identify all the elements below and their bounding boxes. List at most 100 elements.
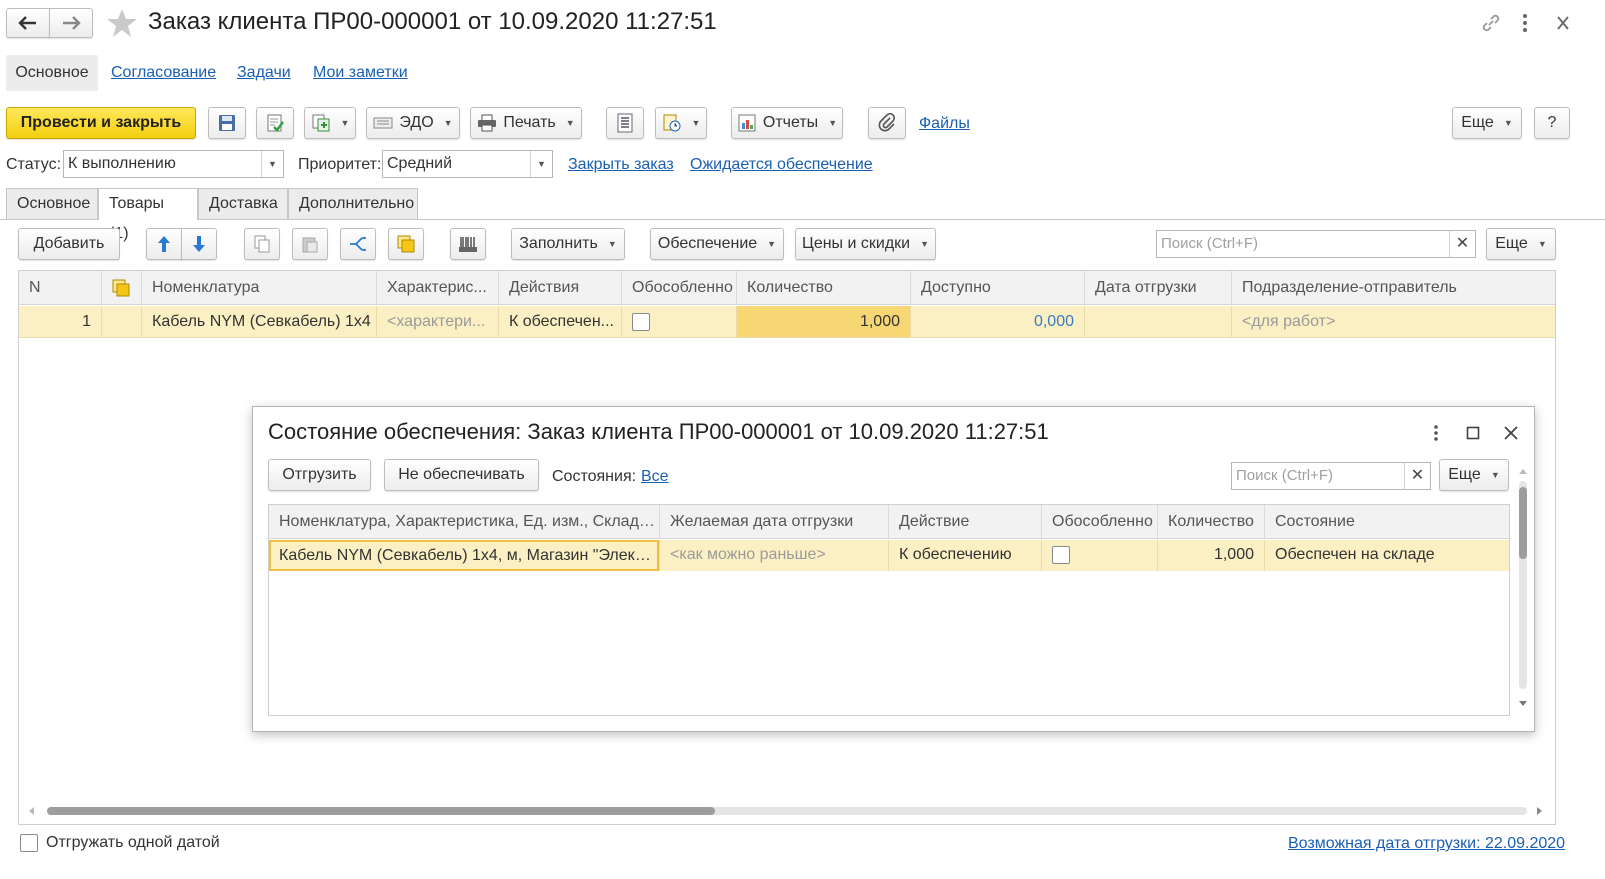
nav-tab-approval[interactable]: Согласование [111,55,216,91]
back-button[interactable] [6,8,50,38]
scroll-down-icon[interactable] [1519,701,1527,706]
link-icon[interactable] [1480,12,1502,34]
printer-icon [478,114,497,132]
goods-search-input[interactable]: Поиск (Ctrl+F) ✕ [1156,230,1476,258]
dialog-more-button[interactable]: Еще ▼ [1439,459,1509,491]
scroll-left-icon[interactable] [29,807,34,815]
col-header-qty[interactable]: Количество [736,271,910,304]
close-order-link[interactable]: Закрыть заказ [568,156,674,174]
picture-column-icon [112,279,130,297]
status-value: К выполнению [68,155,176,172]
pick-items-button[interactable] [388,228,424,260]
tab-additional[interactable]: Дополнительно [288,188,418,219]
dlg-row-state: Обеспечен на складе [1264,540,1509,571]
dialog-vertical-scrollbar[interactable] [1517,467,1529,713]
dlg-col-item[interactable]: Номенклатура, Характеристика, Ед. изм., … [269,505,659,538]
do-not-supply-button[interactable]: Не обеспечивать [384,459,539,491]
kebab-menu-icon[interactable] [1520,12,1530,34]
table-row[interactable]: 1 Кабель NYM (Севкабель) 1х4 <характери.… [19,306,1555,338]
dialog-kebab-icon[interactable] [1431,423,1441,443]
prices-discounts-button[interactable]: Цены и скидки ▼ [795,228,936,260]
dlg-separate-checkbox[interactable] [1052,545,1070,564]
create-based-on-button[interactable]: ▼ [304,107,356,139]
table-row[interactable]: Кабель NYM (Севкабель) 1х4, м, Магазин "… [269,540,1509,571]
fill-button[interactable]: Заполнить ▼ [511,228,625,260]
horizontal-scrollbar[interactable] [29,805,1545,817]
dialog-close-icon[interactable] [1503,425,1519,441]
nav-tab-main[interactable]: Основное [6,55,98,91]
files-link[interactable]: Файлы [919,115,970,133]
barcode-button[interactable] [450,228,486,260]
post-and-close-button[interactable]: Провести и закрыть [6,107,196,139]
col-header-characteristic[interactable]: Характерис... [376,271,498,304]
col-header-separate[interactable]: Обособленно [621,271,736,304]
split-row-button[interactable] [340,228,376,260]
status-select[interactable]: К выполнению ▼ [63,150,284,178]
edo-button[interactable]: ЭДО ▼ [366,107,460,139]
close-window-icon[interactable] [1556,12,1570,34]
add-row-label: Добавить [33,235,105,252]
dlg-col-state[interactable]: Состояние [1264,505,1509,538]
ship-one-date-label: Отгружать одной датой [46,834,220,851]
states-label: Состояния: [552,468,637,485]
states-filter-link[interactable]: Все [641,468,669,486]
scroll-thumb[interactable] [47,807,715,815]
dialog-search-input[interactable]: Поиск (Ctrl+F) ✕ [1231,462,1431,490]
col-header-n[interactable]: N [19,271,101,304]
arrow-right-icon [63,16,81,30]
tab-goods[interactable]: Товары (1) [98,188,198,242]
awaiting-supply-link[interactable]: Ожидается обеспечение [690,156,873,174]
move-up-button[interactable] [146,228,182,260]
do-not-supply-label: Не обеспечивать [398,466,525,483]
attachments-menu-button[interactable]: ▼ [655,107,707,139]
nav-tab-notes[interactable]: Мои заметки [313,55,408,91]
col-header-item[interactable]: Номенклатура [141,271,376,304]
col-header-actions[interactable]: Действия [498,271,621,304]
more-label: Еще [1461,114,1494,131]
clear-search-icon[interactable]: ✕ [1449,231,1475,257]
tab-delivery[interactable]: Доставка [198,188,288,219]
structure-button[interactable] [606,107,644,139]
paste-button[interactable] [292,228,328,260]
col-header-available[interactable]: Доступно [910,271,1084,304]
supply-button[interactable]: Обеспечение ▼ [650,228,784,260]
ship-button[interactable]: Отгрузить [268,459,371,491]
dropdown-arrow-icon[interactable]: ▼ [530,151,552,177]
print-button[interactable]: Печать ▼ [470,107,582,139]
dlg-col-action[interactable]: Действие [888,505,1041,538]
dialog-clear-search-icon[interactable]: ✕ [1404,463,1430,489]
dialog-maximize-icon[interactable] [1466,426,1480,440]
forward-button[interactable] [49,8,93,38]
goods-more-button[interactable]: Еще ▼ [1486,228,1556,260]
dlg-col-qty[interactable]: Количество [1157,505,1264,538]
dropdown-caret-icon: ▼ [1490,470,1500,480]
copy-button[interactable] [244,228,280,260]
post-button[interactable] [256,107,294,139]
help-button[interactable]: ? [1534,107,1570,139]
col-header-picture[interactable] [101,271,141,304]
more-button[interactable]: Еще ▼ [1452,107,1522,139]
scroll-up-icon[interactable] [1519,469,1527,474]
priority-select[interactable]: Средний ▼ [382,150,553,178]
attach-file-button[interactable] [868,107,906,139]
separate-checkbox[interactable] [632,312,650,331]
dropdown-arrow-icon[interactable]: ▼ [261,151,283,177]
ship-one-date-option[interactable]: Отгружать одной датой [20,834,220,852]
dlg-col-separate[interactable]: Обособленно [1041,505,1157,538]
dlg-col-date[interactable]: Желаемая дата отгрузки [659,505,888,538]
nav-tab-tasks[interactable]: Задачи [237,55,291,91]
col-header-ship-date[interactable]: Дата отгрузки [1084,271,1231,304]
add-row-button[interactable]: Добавить [18,228,120,260]
tab-main[interactable]: Основное [6,188,98,219]
dropdown-caret-icon: ▼ [565,118,575,128]
move-down-button[interactable] [181,228,217,260]
favorite-star-icon[interactable] [106,8,138,38]
possible-ship-date-link[interactable]: Возможная дата отгрузки: 22.09.2020 [1288,835,1565,853]
scroll-thumb[interactable] [1519,487,1527,559]
reports-button[interactable]: Отчеты ▼ [731,107,843,139]
scroll-right-icon[interactable] [1537,807,1542,815]
col-header-department[interactable]: Подразделение-отправитель [1231,271,1555,304]
ship-one-date-checkbox[interactable] [20,834,38,852]
save-button[interactable] [208,107,246,139]
status-label: Статус: [6,156,62,173]
